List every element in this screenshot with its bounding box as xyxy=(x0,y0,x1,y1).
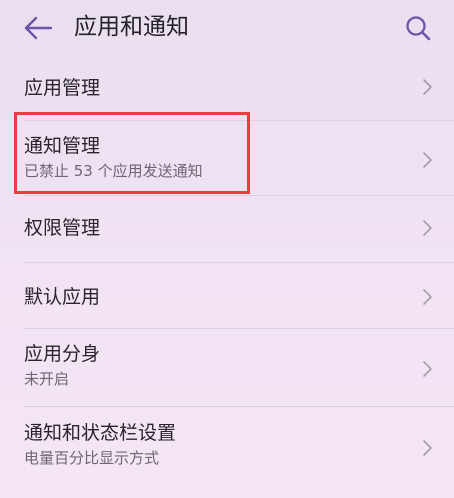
item-subtitle: 电量百分比显示方式 xyxy=(24,449,160,467)
item-title: 通知和状态栏设置 xyxy=(24,422,177,444)
item-title: 权限管理 xyxy=(24,217,101,239)
item-title: 应用管理 xyxy=(24,77,101,99)
page-title: 应用和通知 xyxy=(74,14,189,40)
chevron-right-icon xyxy=(423,289,432,305)
item-title: 通知管理 xyxy=(24,135,101,157)
list-item-permission-management[interactable]: 权限管理 xyxy=(0,196,454,263)
chevron-right-icon xyxy=(423,361,432,377)
list-item-app-management[interactable]: 应用管理 xyxy=(0,58,454,121)
search-icon[interactable] xyxy=(404,14,432,42)
chevron-right-icon xyxy=(423,152,432,168)
chevron-right-icon xyxy=(423,79,432,95)
arrow-left-icon[interactable] xyxy=(22,14,54,42)
chevron-right-icon xyxy=(423,220,432,236)
list-item-app-twin[interactable]: 应用分身 未开启 xyxy=(0,329,454,407)
chevron-right-icon xyxy=(423,440,432,456)
list-item-default-apps[interactable]: 默认应用 xyxy=(0,263,454,329)
list-item-notification-management[interactable]: 通知管理 已禁止 53 个应用发送通知 xyxy=(0,121,454,196)
item-title: 默认应用 xyxy=(24,286,101,308)
list-item-notification-statusbar-settings[interactable]: 通知和状态栏设置 电量百分比显示方式 xyxy=(0,407,454,485)
top-bar: 应用和通知 xyxy=(0,0,454,58)
item-subtitle: 已禁止 53 个应用发送通知 xyxy=(24,162,203,180)
item-subtitle: 未开启 xyxy=(24,370,70,388)
settings-list: 应用管理 通知管理 已禁止 53 个应用发送通知 权限管理 默认应用 应用分身 … xyxy=(0,58,454,485)
item-title: 应用分身 xyxy=(24,343,101,365)
